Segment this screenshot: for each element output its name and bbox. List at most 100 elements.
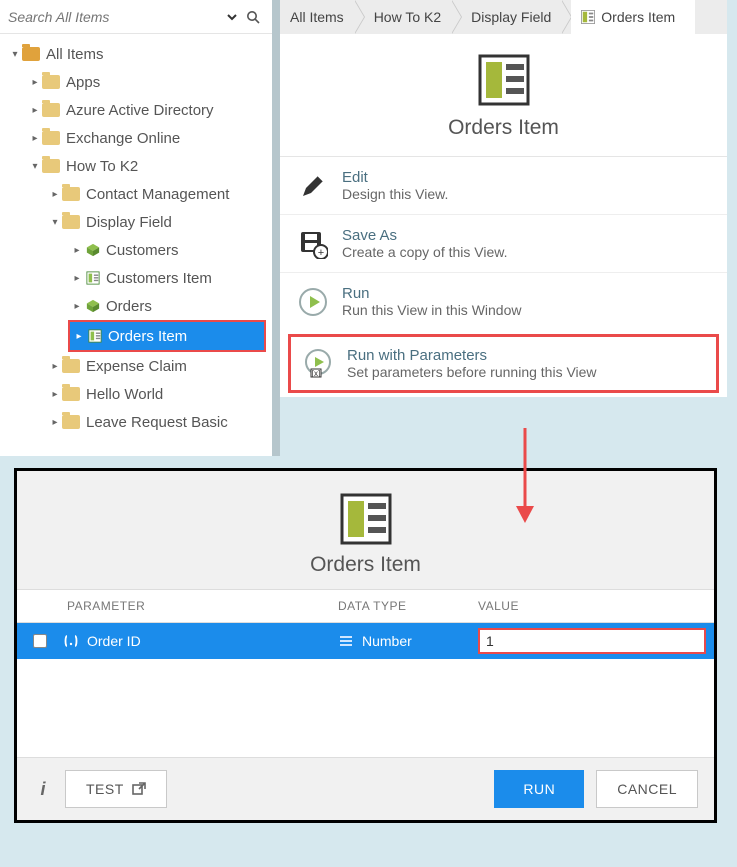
caret-down-icon: ▾: [10, 49, 20, 60]
folder-icon: [62, 387, 80, 401]
tree-label: How To K2: [66, 158, 138, 175]
annotation-arrow-icon: [510, 428, 540, 528]
tree-item-exo[interactable]: ▸ Exchange Online: [0, 124, 272, 152]
caret-right-icon: ▸: [72, 273, 82, 284]
svg-text:+: +: [318, 247, 324, 259]
tree-label: Contact Management: [86, 186, 229, 203]
number-icon: [338, 633, 354, 649]
caret-right-icon: ▸: [72, 301, 82, 312]
action-sub: Run this View in this Window: [342, 302, 521, 318]
view-large-icon: [338, 491, 394, 547]
dialog-header: Orders Item: [17, 471, 714, 589]
tree-item-customers-item[interactable]: ▸ Customers Item: [0, 264, 272, 292]
action-title: Run: [342, 285, 521, 302]
tree-label: Leave Request Basic: [86, 414, 228, 431]
search-bar: [0, 0, 272, 34]
action-title: Run with Parameters: [347, 347, 597, 364]
chevron-down-icon[interactable]: [222, 11, 242, 23]
tree-item-customers[interactable]: ▸ Customers: [0, 236, 272, 264]
tree-item-orders[interactable]: ▸ Orders: [0, 292, 272, 320]
crumb-all-items[interactable]: All Items: [280, 0, 364, 34]
folder-icon: [42, 159, 60, 173]
dialog-footer: i TEST RUN CANCEL: [17, 757, 714, 820]
test-button[interactable]: TEST: [65, 770, 167, 808]
tree-item-aad[interactable]: ▸ Azure Active Directory: [0, 96, 272, 124]
action-edit[interactable]: Edit Design this View.: [280, 157, 727, 214]
pencil-icon: [298, 171, 328, 201]
view-header: Orders Item: [280, 34, 727, 157]
tree-label: Apps: [66, 74, 100, 91]
tree-item-expense[interactable]: ▸ Expense Claim: [0, 352, 272, 380]
open-external-icon: [132, 782, 146, 796]
caret-right-icon: ▸: [30, 105, 40, 116]
folder-icon: [62, 359, 80, 373]
grid-header: PARAMETER DATA TYPE VALUE: [17, 589, 714, 623]
main-panel: Orders Item Edit Design this View. + Sav…: [280, 34, 727, 397]
tree-label: Customers: [106, 242, 179, 259]
caret-down-icon: ▾: [30, 161, 40, 172]
action-list: Edit Design this View. + Save As Create …: [280, 157, 727, 397]
tree-item-apps[interactable]: ▸ Apps: [0, 68, 272, 96]
sidebar: ▾ All Items ▸ Apps ▸ Azure Active Direct…: [0, 0, 280, 456]
tree-item-hello[interactable]: ▸ Hello World: [0, 380, 272, 408]
folder-icon: [42, 131, 60, 145]
action-run-parameters[interactable]: [x] Run with Parameters Set parameters b…: [288, 334, 719, 393]
crumb-display[interactable]: Display Field: [461, 0, 571, 34]
selected-highlight: ▸ Orders Item: [68, 320, 266, 352]
param-name: Order ID: [87, 633, 141, 649]
tree-item-howto[interactable]: ▾ How To K2: [0, 152, 272, 180]
action-sub: Design this View.: [342, 186, 448, 202]
col-value: VALUE: [478, 599, 714, 613]
action-sub: Set parameters before running this View: [347, 364, 597, 380]
tree-item-all[interactable]: ▾ All Items: [0, 40, 272, 68]
folder-icon: [62, 215, 80, 229]
parameters-dialog: Orders Item PARAMETER DATA TYPE VALUE Or…: [14, 468, 717, 823]
grid-empty-space: [17, 659, 714, 757]
col-datatype: DATA TYPE: [338, 599, 478, 613]
play-params-icon: [x]: [303, 349, 333, 379]
smartobject-icon: [86, 299, 100, 313]
tree-item-contact[interactable]: ▸ Contact Management: [0, 180, 272, 208]
tree-label: Orders: [106, 298, 152, 315]
caret-right-icon: ▸: [74, 331, 84, 342]
view-icon: [581, 10, 595, 24]
tree-item-leave[interactable]: ▸ Leave Request Basic: [0, 408, 272, 436]
run-button[interactable]: RUN: [494, 770, 584, 808]
action-title: Edit: [342, 169, 448, 186]
crumb-howto[interactable]: How To K2: [364, 0, 461, 34]
crumb-orders-item[interactable]: Orders Item: [571, 0, 695, 34]
tree-item-orders-item[interactable]: ▸ Orders Item: [70, 322, 264, 350]
caret-right-icon: ▸: [72, 245, 82, 256]
breadcrumb: All Items How To K2 Display Field Orders…: [280, 0, 727, 34]
tree-view: ▾ All Items ▸ Apps ▸ Azure Active Direct…: [0, 34, 272, 442]
caret-right-icon: ▸: [50, 361, 60, 372]
tree-label: Azure Active Directory: [66, 102, 214, 119]
caret-right-icon: ▸: [50, 417, 60, 428]
caret-right-icon: ▸: [30, 133, 40, 144]
action-sub: Create a copy of this View.: [342, 244, 508, 260]
tree-item-display[interactable]: ▾ Display Field: [0, 208, 272, 236]
parameter-row[interactable]: Order ID Number: [17, 623, 714, 659]
tree-label: Display Field: [86, 214, 172, 231]
caret-right-icon: ▸: [50, 189, 60, 200]
view-large-icon: [476, 52, 532, 108]
search-input[interactable]: [8, 9, 222, 25]
play-icon: [298, 287, 328, 317]
svg-text:[x]: [x]: [312, 369, 320, 378]
action-title: Save As: [342, 227, 508, 244]
tree-label: Expense Claim: [86, 358, 187, 375]
param-value-input[interactable]: [478, 628, 706, 654]
action-run[interactable]: Run Run this View in this Window: [280, 272, 727, 330]
tree-label: Customers Item: [106, 270, 212, 287]
saveas-icon: +: [298, 229, 328, 259]
info-icon[interactable]: i: [33, 779, 53, 800]
search-icon[interactable]: [242, 10, 264, 24]
param-type: Number: [362, 633, 412, 649]
view-title: Orders Item: [448, 116, 559, 140]
row-checkbox[interactable]: [17, 634, 63, 648]
action-saveas[interactable]: + Save As Create a copy of this View.: [280, 214, 727, 272]
view-icon: [88, 329, 102, 343]
folder-icon: [42, 75, 60, 89]
smartobject-icon: [86, 243, 100, 257]
cancel-button[interactable]: CANCEL: [596, 770, 698, 808]
